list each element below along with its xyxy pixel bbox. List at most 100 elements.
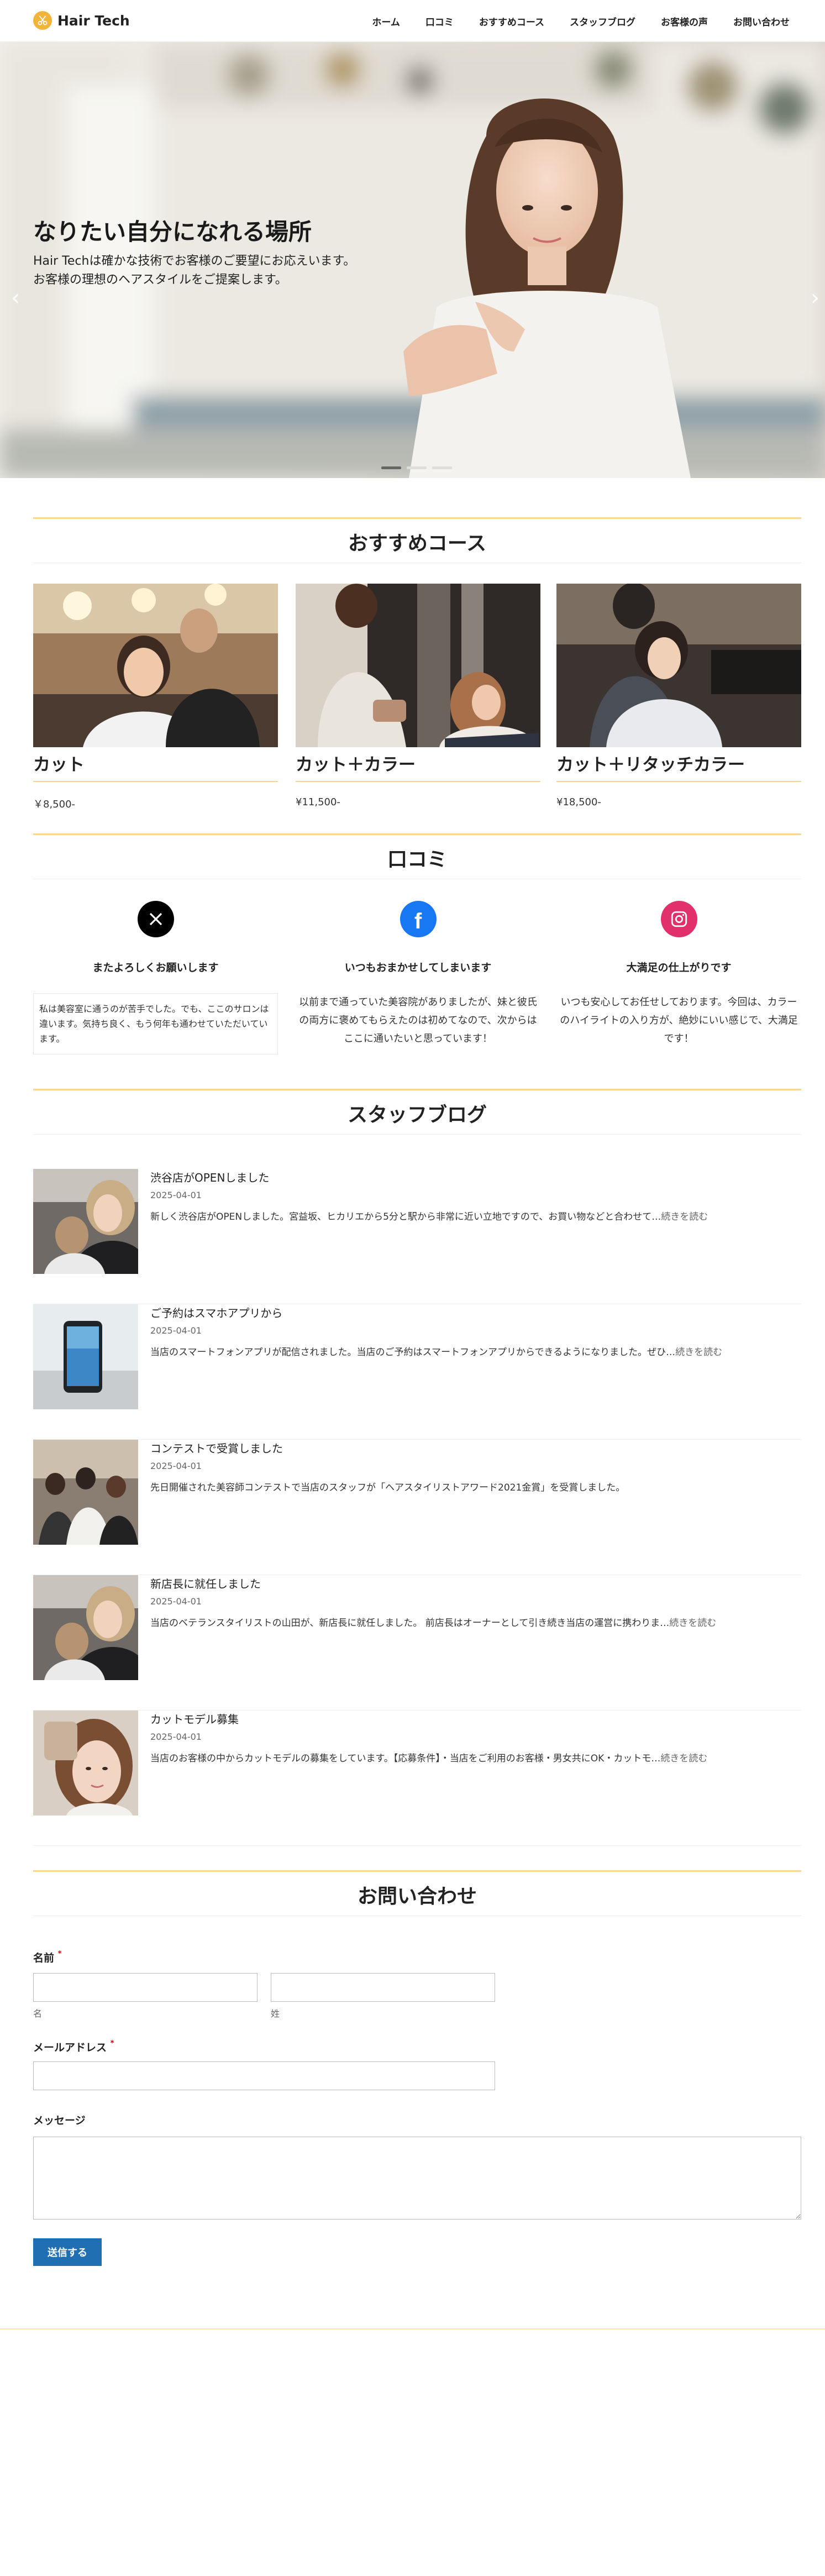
blog-divider <box>33 1134 801 1135</box>
blog-post[interactable]: 新店長に就任しました 2025-04-01 当店のベテランスタイリストの山田が、… <box>33 1575 801 1711</box>
course-title: カット＋リタッチカラー <box>556 755 745 775</box>
email-field[interactable] <box>33 2061 495 2090</box>
reviews-heading: 口コミ <box>387 848 447 871</box>
blog-post-date: 2025-04-01 <box>150 1190 202 1200</box>
page: Hair Tech ホーム 口コミ おすすめコース スタッフブログ お客様の声 … <box>0 0 825 2576</box>
course-image-cut-retouch-color <box>556 584 801 747</box>
last-name-sublabel: 姓 <box>271 2008 280 2019</box>
hero-slider: なりたい自分になれる場所 Hair Techは確かな技術でお客様のご要望にお応え… <box>0 42 825 478</box>
hero-subtitle-line-2: お客様の理想のヘアスタイルをご提案します。 <box>33 273 287 287</box>
last-name-input[interactable] <box>271 1973 495 2002</box>
contact-heading: お問い合わせ <box>357 1885 477 1908</box>
blog-post-excerpt-text: 当店のお客様の中からカットモデルの募集をしています。【応募条件】・当店をご利用の… <box>150 1753 661 1764</box>
blog-post-excerpt: 当店のお客様の中からカットモデルの募集をしています。【応募条件】・当店をご利用の… <box>150 1750 791 1764</box>
blog-post-title[interactable]: ご予約はスマホアプリから <box>150 1304 282 1320</box>
read-more-link[interactable]: 続きを読む <box>669 1618 716 1629</box>
hero-subtitle: Hair Techは確かな技術でお客様のご要望にお応えいます。 お客様の理想のヘ… <box>33 252 420 290</box>
contact-top-line <box>33 1870 801 1872</box>
course-title: カット <box>33 755 85 775</box>
course-card-cut[interactable]: カット ￥8,500- <box>33 584 278 811</box>
blog-post[interactable]: 渋谷店がOPENしました 2025-04-01 新しく渋谷店がOPENしました。… <box>33 1169 801 1304</box>
courses-heading: おすすめコース <box>348 532 487 555</box>
course-title: カット＋カラー <box>296 755 416 775</box>
submit-button[interactable]: 送信する <box>33 2238 102 2266</box>
blog-post[interactable]: コンテストで受賞しました 2025-04-01 先日開催された美容師コンテストで… <box>33 1440 801 1575</box>
course-image-cut <box>33 584 278 747</box>
slider-dot-1[interactable] <box>381 466 401 469</box>
read-more-link[interactable]: 続きを読む <box>661 1211 708 1223</box>
reviews-top-line <box>33 833 801 835</box>
course-card-cut-retouch-color[interactable]: カット＋リタッチカラー ¥18,500- <box>556 584 801 808</box>
review-card-3: 大満足の仕上がりです いつも安心してお任せしております。今回は、カラーのハイライ… <box>556 901 801 1048</box>
review-body: 以前まで通っていた美容院がありましたが、妹と彼氏の両方に褒めてもらえたのは初めて… <box>299 996 537 1045</box>
nav-contact[interactable]: お問い合わせ <box>733 14 790 28</box>
first-name-input[interactable] <box>33 1973 258 2002</box>
course-divider <box>296 781 540 782</box>
blog-post-excerpt-text: 当店のスマートフォンアプリが配信されました。当店のご予約はスマートフォンアプリか… <box>150 1347 676 1358</box>
nav-reviews[interactable]: 口コミ <box>425 14 454 28</box>
footer-line <box>0 2328 825 2330</box>
read-more-link[interactable]: 続きを読む <box>675 1347 722 1358</box>
nav-courses[interactable]: おすすめコース <box>479 14 544 28</box>
blog-post-date: 2025-04-01 <box>150 1596 202 1607</box>
email-label-text: メールアドレス <box>33 2042 107 2054</box>
x-icon[interactable] <box>137 901 174 937</box>
blog-post-excerpt: 当店のベテランスタイリストの山田が、新店長に就任しました。 前店長はオーナーとし… <box>150 1615 791 1629</box>
review-title: またよろしくお願いします <box>92 962 219 974</box>
hero-prev-arrow-icon[interactable]: ‹ <box>11 285 20 311</box>
course-divider <box>33 781 278 782</box>
required-mark: * <box>110 2039 114 2048</box>
blog-post-title[interactable]: 渋谷店がOPENしました <box>150 1169 269 1185</box>
blog-post-excerpt: 先日開催された美容師コンテストで当店のスタッフが「ヘアスタイリストアワード202… <box>150 1480 791 1493</box>
blog-post-excerpt-text: 新しく渋谷店がOPENしました。宮益坂、ヒカリエから5分と駅から非常に近い立地で… <box>150 1211 661 1223</box>
course-price: ￥8,500- <box>33 799 76 810</box>
instagram-icon[interactable] <box>660 901 697 937</box>
blog-post-title[interactable]: 新店長に就任しました <box>150 1575 261 1591</box>
blog-post-thumbnail <box>33 1169 138 1274</box>
name-label-text: 名前 <box>33 1952 55 1964</box>
review-card-2: f いつもおまかせしてしまいます 以前まで通っていた美容院がありましたが、妹と彼… <box>296 901 540 1048</box>
blog-post-thumbnail <box>33 1304 138 1409</box>
blog-post[interactable]: カットモデル募集 2025-04-01 当店のお客様の中からカットモデルの募集を… <box>33 1711 801 1846</box>
blog-post-title[interactable]: カットモデル募集 <box>150 1711 239 1727</box>
scissors-logo-icon <box>33 11 52 30</box>
slider-dots <box>381 466 452 469</box>
blog-post-thumbnail <box>33 1711 138 1816</box>
blog-post-title[interactable]: コンテストで受賞しました <box>150 1440 283 1456</box>
nav-staff-blog[interactable]: スタッフブログ <box>570 14 635 28</box>
nav-home[interactable]: ホーム <box>372 14 400 28</box>
nav-customer-voice[interactable]: お客様の声 <box>661 14 708 28</box>
blog-post-date: 2025-04-01 <box>150 1325 202 1336</box>
hero-subtitle-line-1: Hair Techは確かな技術でお客様のご要望にお応えいます。 <box>33 254 356 268</box>
blog-post-date: 2025-04-01 <box>150 1461 202 1471</box>
review-card-1: またよろしくお願いします 私は美容室に通うのが苦手でした。でも、ここのサロンは違… <box>33 901 278 1054</box>
email-label: メールアドレス * <box>33 2039 114 2054</box>
main-nav: ホーム 口コミ おすすめコース スタッフブログ お客様の声 お問い合わせ <box>372 0 790 42</box>
blog-post[interactable]: ご予約はスマホアプリから 2025-04-01 当店のスマートフォンアプリが配信… <box>33 1304 801 1440</box>
site-logo[interactable]: Hair Tech <box>33 11 130 30</box>
logo-text: Hair Tech <box>57 12 130 29</box>
review-body: いつも安心してお任せしております。今回は、カラーのハイライトの入り方が、絶妙にい… <box>560 996 798 1045</box>
blog-post-thumbnail <box>33 1440 138 1545</box>
blog-post-excerpt: 当店のスマートフォンアプリが配信されました。当店のご予約はスマートフォンアプリか… <box>150 1344 791 1358</box>
course-card-cut-color[interactable]: カット＋カラー ¥11,500- <box>296 584 540 808</box>
blog-post-excerpt-text: 当店のベテランスタイリストの山田が、新店長に就任しました。 前店長はオーナーとし… <box>150 1618 670 1629</box>
required-mark: * <box>57 1950 62 1958</box>
slider-dot-3[interactable] <box>432 466 452 469</box>
first-name-sublabel: 名 <box>33 2008 43 2019</box>
course-price: ¥11,500- <box>296 796 340 808</box>
slider-dot-2[interactable] <box>407 466 427 469</box>
name-label: 名前 * <box>33 1950 61 1965</box>
blog-heading: スタッフブログ <box>347 1104 487 1126</box>
facebook-icon[interactable]: f <box>400 901 437 937</box>
course-image-cut-color <box>296 584 540 747</box>
courses-top-line <box>33 517 801 519</box>
message-textarea[interactable] <box>33 2137 801 2220</box>
review-title: 大満足の仕上がりです <box>626 962 732 974</box>
blog-post-excerpt: 新しく渋谷店がOPENしました。宮益坂、ヒカリエから5分と駅から非常に近い立地で… <box>150 1209 791 1223</box>
hero-next-arrow-icon[interactable]: › <box>811 285 819 311</box>
course-divider <box>556 781 801 782</box>
read-more-link[interactable]: 続きを読む <box>660 1753 707 1764</box>
blog-post-excerpt-text: 先日開催された美容師コンテストで当店のスタッフが「ヘアスタイリストアワード202… <box>150 1482 626 1493</box>
review-title: いつもおまかせしてしまいます <box>344 962 492 974</box>
